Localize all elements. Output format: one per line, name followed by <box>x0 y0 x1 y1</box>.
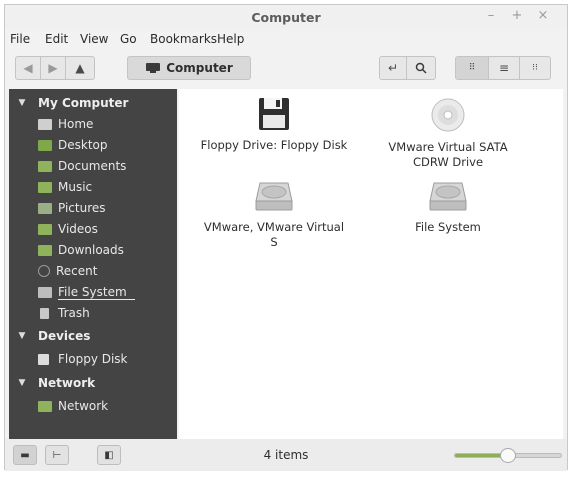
trash-icon <box>40 307 49 319</box>
toolbar: ◀ ▶ ▲ Computer ↵ ⠿ ≡ ⁝⁝ <box>5 49 567 89</box>
optical-drive-icon <box>431 98 465 132</box>
list-view-button[interactable]: ≡ <box>488 56 520 80</box>
network-icon <box>38 400 52 412</box>
videos-folder-icon <box>38 223 52 235</box>
up-arrow-icon: ▲ <box>75 61 85 75</box>
sidebar-item-trash[interactable]: Trash <box>38 303 90 323</box>
item-floppy-drive[interactable]: Floppy Drive: Floppy Disk <box>199 97 349 153</box>
title-bar[interactable]: Computer – + × <box>5 5 567 29</box>
menu-bookmarks[interactable]: Bookmarks <box>150 32 217 46</box>
menu-help[interactable]: Help <box>217 32 244 46</box>
item-vmware-disk[interactable]: VMware, VMware Virtual S <box>199 179 349 250</box>
section-devices[interactable]: ▼ Devices <box>9 326 177 346</box>
drive-icon <box>38 286 52 298</box>
item-label: VMware Virtual SATA CDRW Drive <box>388 140 508 169</box>
menu-view[interactable]: View <box>80 32 108 46</box>
sidebar-item-network[interactable]: Network <box>38 396 108 416</box>
menu-bar: File Edit View Go Bookmarks Help <box>5 29 567 49</box>
compact-view-icon: ⁝⁝ <box>532 63 538 73</box>
sidebar-item-pictures[interactable]: Pictures <box>38 198 106 218</box>
sidebar-item-videos[interactable]: Videos <box>38 219 98 239</box>
item-label: Floppy Drive: Floppy Disk <box>200 138 348 152</box>
menu-file[interactable]: File <box>10 32 30 46</box>
menu-edit[interactable]: Edit <box>45 32 68 46</box>
computer-icon <box>146 63 161 73</box>
compact-view-button[interactable]: ⁝⁝ <box>519 56 551 80</box>
sidebar-item-music[interactable]: Music <box>38 177 92 197</box>
sidebar-item-desktop[interactable]: Desktop <box>38 135 108 155</box>
item-label: File System <box>415 220 481 234</box>
sidebar-item-downloads[interactable]: Downloads <box>38 240 124 260</box>
status-bar: ▬ ⊢ ◧ 4 items <box>5 439 567 471</box>
expander-arrow-icon: ▼ <box>18 331 26 341</box>
music-folder-icon <box>38 181 52 193</box>
floppy-icon <box>38 353 49 365</box>
home-folder-icon <box>38 118 52 130</box>
file-manager-window: Computer – + × File Edit View Go Bookmar… <box>4 4 568 471</box>
desktop-folder-icon <box>38 139 52 151</box>
maximize-icon[interactable]: + <box>509 8 525 23</box>
zoom-slider[interactable] <box>454 448 562 463</box>
forward-arrow-icon: ▶ <box>48 61 58 75</box>
item-optical-drive[interactable]: VMware Virtual SATA CDRW Drive <box>373 97 523 170</box>
sidebar-item-file-system[interactable]: File System <box>38 282 135 302</box>
search-icon <box>415 62 427 74</box>
menu-go[interactable]: Go <box>120 32 137 46</box>
item-file-system[interactable]: File System <box>373 179 523 235</box>
section-my-computer[interactable]: ▼ My Computer <box>9 93 177 113</box>
toggle-location-button[interactable]: ↵ <box>379 56 407 80</box>
item-label: VMware, VMware Virtual S <box>203 220 345 249</box>
zoom-slider-knob[interactable] <box>500 448 516 463</box>
floppy-drive-icon <box>259 98 289 130</box>
icon-view-button[interactable]: ⠿ <box>455 56 489 80</box>
documents-folder-icon <box>38 160 52 172</box>
expander-arrow-icon: ▼ <box>18 378 26 388</box>
hard-drive-icon <box>429 182 467 211</box>
minimize-icon[interactable]: – <box>483 8 499 23</box>
location-label: Computer <box>166 61 233 75</box>
location-crumb[interactable]: Computer <box>127 56 251 80</box>
grid-view-icon: ⠿ <box>468 63 476 73</box>
sidebar-item-recent[interactable]: Recent <box>38 261 97 281</box>
sidebar-item-home[interactable]: Home <box>38 114 93 134</box>
pictures-folder-icon <box>38 202 52 214</box>
sidebar-item-documents[interactable]: Documents <box>38 156 126 176</box>
sidebar-item-floppy-disk[interactable]: Floppy Disk <box>38 349 128 369</box>
back-arrow-icon: ◀ <box>23 61 33 75</box>
expander-arrow-icon: ▼ <box>18 98 26 108</box>
back-button[interactable]: ◀ <box>15 56 41 80</box>
downloads-folder-icon <box>38 244 52 256</box>
sidebar: ▼ My Computer Home Desktop Documents Mus… <box>9 89 177 439</box>
file-view[interactable]: Floppy Drive: Floppy Disk VMware Virtual… <box>179 89 563 439</box>
forward-button[interactable]: ▶ <box>40 56 66 80</box>
section-network[interactable]: ▼ Network <box>9 373 177 393</box>
hard-drive-icon <box>255 182 293 211</box>
toggle-location-icon: ↵ <box>387 61 399 75</box>
close-icon[interactable]: × <box>535 8 551 23</box>
search-button[interactable] <box>406 56 436 80</box>
recent-icon <box>38 265 50 277</box>
list-view-icon: ≡ <box>498 61 510 75</box>
up-button[interactable]: ▲ <box>65 56 95 80</box>
